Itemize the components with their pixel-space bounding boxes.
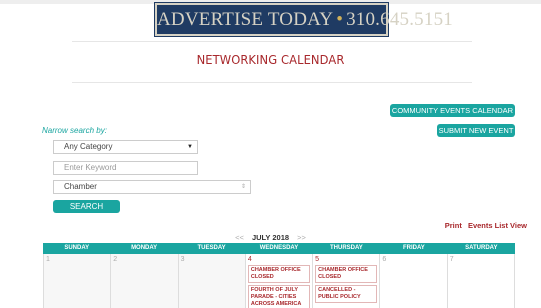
day-number: 5 xyxy=(315,256,320,263)
view-links: Print Events List View xyxy=(441,221,527,230)
weekday-header: SATURDAY xyxy=(465,245,498,251)
search-button[interactable]: SEARCH xyxy=(53,200,120,213)
weekday-header: WEDNESDAY xyxy=(259,245,299,251)
chamber-select-value: Chamber xyxy=(64,182,97,191)
next-month-link[interactable]: >> xyxy=(297,233,306,242)
month-navigation: << JULY 2018 >> xyxy=(0,233,541,242)
day-number: 7 xyxy=(449,256,454,263)
weekday-header: TUESDAY xyxy=(197,245,226,251)
calendar-day-cell[interactable]: 5 CHAMBER OFFICE CLOSED CANCELLED - PUBL… xyxy=(313,254,381,308)
month-label: JULY 2018 xyxy=(251,233,290,242)
day-number: 4 xyxy=(247,256,252,263)
community-events-calendar-button[interactable]: COMMUNITY EVENTS CALENDAR xyxy=(390,104,515,117)
category-select[interactable]: Any Category ▼ xyxy=(53,140,198,154)
calendar-event[interactable]: CANCELLED - PUBLIC POLICY xyxy=(315,285,378,303)
advertise-text: ADVERTISE TODAY xyxy=(157,9,334,30)
keyword-input[interactable]: Enter Keyword xyxy=(53,161,198,175)
calendar-day-cell[interactable]: 3 xyxy=(178,254,246,308)
calendar-event[interactable]: CHAMBER OFFICE CLOSED xyxy=(247,265,311,283)
day-number: 6 xyxy=(382,256,387,263)
calendar-week-row: 1 2 3 4 CHAMBER OFFICE CLOSED FOURTH OF … xyxy=(43,254,515,308)
events-list-view-link[interactable]: Events List View xyxy=(468,221,527,230)
day-number: 2 xyxy=(113,256,118,263)
chamber-select[interactable]: Chamber ⇕ xyxy=(53,180,251,194)
day-number: 3 xyxy=(180,256,185,263)
calendar-event[interactable]: CHAMBER OFFICE CLOSED xyxy=(315,265,378,283)
advertise-banner[interactable]: ADVERTISE TODAY • 310.645.5151 xyxy=(155,3,453,36)
weekday-header: MONDAY xyxy=(131,245,158,251)
divider-bottom xyxy=(72,82,472,83)
calendar-event[interactable]: FOURTH OF JULY PARADE - CITIES ACROSS AM… xyxy=(247,285,311,308)
category-select-value: Any Category xyxy=(64,142,113,151)
calendar-day-cell[interactable]: 7 xyxy=(447,254,515,308)
calendar-day-cell[interactable]: 2 xyxy=(111,254,179,308)
divider-top xyxy=(72,41,472,42)
separator-dot: • xyxy=(336,9,344,30)
advertise-phone: 310.645.5151 xyxy=(346,9,453,30)
narrow-search-label: Narrow search by: xyxy=(42,126,107,135)
calendar-day-cell[interactable]: 6 xyxy=(380,254,448,308)
page-title: NETWORKING CALENDAR xyxy=(196,52,345,67)
weekday-header: FRIDAY xyxy=(402,245,425,251)
calendar-day-cell[interactable]: 4 CHAMBER OFFICE CLOSED FOURTH OF JULY P… xyxy=(245,254,314,308)
calendar-day-cell[interactable]: 1 xyxy=(44,254,112,308)
weekday-header: THURSDAY xyxy=(330,245,363,251)
day-number: 1 xyxy=(46,256,50,263)
submit-new-event-button[interactable]: SUBMIT NEW EVENT xyxy=(437,124,515,137)
prev-month-link[interactable]: << xyxy=(235,233,244,242)
calendar-header: SUNDAY MONDAY TUESDAY WEDNESDAY THURSDAY… xyxy=(43,243,515,254)
weekday-header: SUNDAY xyxy=(64,245,90,251)
print-link[interactable]: Print xyxy=(445,221,462,230)
dropdown-arrows-icon: ⇕ xyxy=(240,184,246,190)
calendar-grid: SUNDAY MONDAY TUESDAY WEDNESDAY THURSDAY… xyxy=(43,243,515,308)
dropdown-arrow-icon: ▼ xyxy=(187,144,193,150)
